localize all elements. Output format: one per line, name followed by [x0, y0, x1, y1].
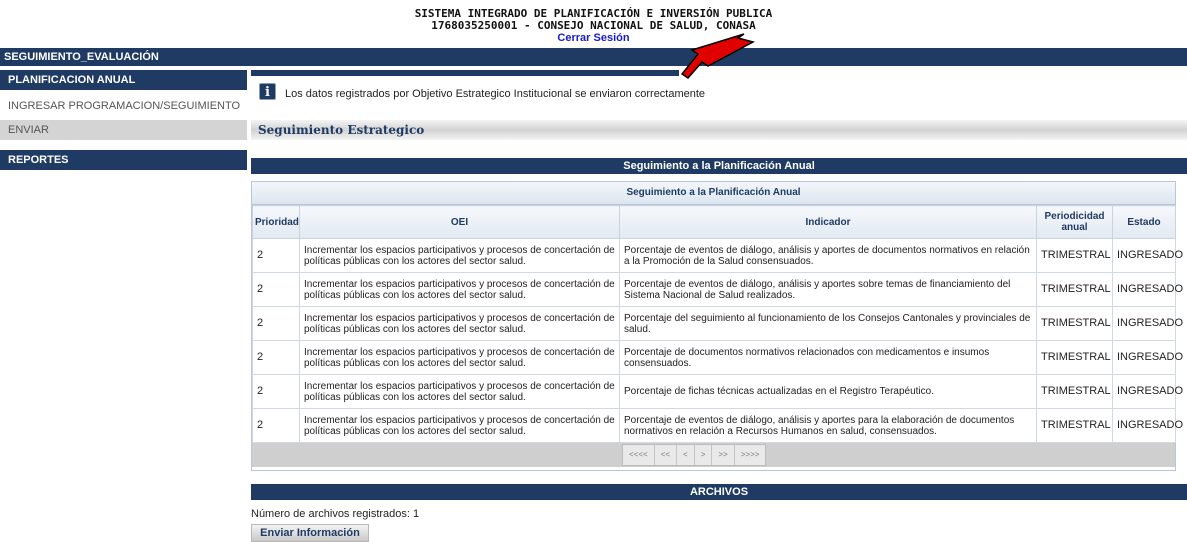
cell-indicador: Porcentaje de fichas técnicas actualizad… [619, 374, 1037, 409]
table-row[interactable]: 2 Incrementar los espacios participativos… [252, 272, 1183, 307]
logout-link[interactable]: Cerrar Sesión [557, 33, 629, 44]
cell-oei: Incrementar los espacios participativos … [299, 374, 620, 409]
sidebar-section-planificacion[interactable]: PLANIFICACION ANUAL [0, 70, 247, 90]
cell-periodicidad: TRIMESTRAL [1036, 272, 1113, 307]
cell-periodicidad: TRIMESTRAL [1036, 408, 1113, 443]
cell-prioridad: 2 [252, 374, 300, 409]
info-icon: i [259, 83, 276, 100]
col-indicador[interactable]: Indicador [619, 205, 1037, 239]
table-row[interactable]: 2 Incrementar los espacios participativos… [252, 374, 1183, 409]
col-prioridad[interactable]: Prioridad [252, 205, 300, 239]
cell-estado: INGRESADO [1112, 238, 1183, 273]
cell-estado: INGRESADO [1112, 272, 1183, 307]
cell-oei: Incrementar los espacios participativos … [299, 408, 620, 443]
table-header-row: Prioridad OEI Indicador Periodicidad anu… [252, 205, 1176, 239]
pager-buttons: <<<< << < > >> >>>> [622, 444, 767, 466]
table-row[interactable]: 2 Incrementar los espacios participativos… [252, 238, 1183, 273]
sidebar-section-reportes[interactable]: REPORTES [0, 150, 247, 170]
planificacion-grid: Seguimiento a la Planificación Anual Pri… [251, 181, 1183, 471]
grid-band-title: Seguimiento a la Planificación Anual [251, 158, 1187, 174]
notice-bar [251, 70, 679, 76]
cell-estado: INGRESADO [1112, 340, 1183, 375]
pager-first-button[interactable]: <<<< [623, 445, 655, 465]
cell-indicador: Porcentaje de eventos de diálogo, anális… [619, 238, 1037, 273]
cell-oei: Incrementar los espacios participativos … [299, 306, 620, 341]
table-row[interactable]: 2 Incrementar los espacios participativos… [252, 408, 1183, 443]
cell-estado: INGRESADO [1112, 306, 1183, 341]
pager-next-page-button[interactable]: >> [712, 445, 735, 465]
cell-indicador: Porcentaje de documentos normativos rela… [619, 340, 1037, 375]
grid-caption: Seguimiento a la Planificación Anual [252, 182, 1175, 205]
pager-prev-page-button[interactable]: << [655, 445, 678, 465]
cell-oei: Incrementar los espacios participativos … [299, 238, 620, 273]
cell-prioridad: 2 [252, 408, 300, 443]
pager: <<<< << < > >> >>>> [252, 443, 1175, 467]
sidebar-item-enviar[interactable]: ENVIAR [0, 120, 247, 140]
cell-prioridad: 2 [252, 238, 300, 273]
module-bar: SEGUIMIENTO_EVALUACIÓN [0, 48, 1187, 66]
cell-prioridad: 2 [252, 272, 300, 307]
section-title-bar: Seguimiento Estrategico [251, 120, 1187, 140]
pager-prev-button[interactable]: < [677, 445, 695, 465]
cell-prioridad: 2 [252, 340, 300, 375]
col-estado[interactable]: Estado [1112, 205, 1176, 239]
col-periodicidad[interactable]: Periodicidad anual [1036, 205, 1113, 239]
cell-periodicidad: TRIMESTRAL [1036, 340, 1113, 375]
cell-prioridad: 2 [252, 306, 300, 341]
cell-oei: Incrementar los espacios participativos … [299, 272, 620, 307]
pager-next-button[interactable]: > [695, 445, 713, 465]
cell-oei: Incrementar los espacios participativos … [299, 340, 620, 375]
table-row[interactable]: 2 Incrementar los espacios participativos… [252, 306, 1183, 341]
archivos-band-title: ARCHIVOS [251, 484, 1187, 500]
institution-title: 1768035250001 - CONSEJO NACIONAL DE SALU… [431, 19, 756, 32]
cell-periodicidad: TRIMESTRAL [1036, 374, 1113, 409]
cell-estado: INGRESADO [1112, 408, 1183, 443]
sidebar-item-ingresar[interactable]: INGRESAR PROGRAMACION/SEGUIMIENTO [0, 96, 247, 116]
cell-periodicidad: TRIMESTRAL [1036, 306, 1113, 341]
cell-indicador: Porcentaje de eventos de diálogo, anális… [619, 408, 1037, 443]
red-arrow-annotation [680, 33, 756, 79]
page-header: SISTEMA INTEGRADO DE PLANIFICACIÓN E INV… [0, 0, 1187, 48]
send-information-button[interactable]: Enviar Información [251, 524, 369, 542]
planificacion-table: Prioridad OEI Indicador Periodicidad anu… [252, 205, 1183, 443]
cell-indicador: Porcentaje del seguimiento al funcionami… [619, 306, 1037, 341]
cell-indicador: Porcentaje de eventos de diálogo, anális… [619, 272, 1037, 307]
section-title: Seguimiento Estrategico [258, 123, 425, 137]
col-oei[interactable]: OEI [299, 205, 620, 239]
cell-periodicidad: TRIMESTRAL [1036, 238, 1113, 273]
files-count-text: Número de archivos registrados: 1 [251, 508, 420, 520]
pager-last-button[interactable]: >>>> [735, 445, 766, 465]
notice-message: Los datos registrados por Objetivo Estra… [285, 88, 706, 100]
cell-estado: INGRESADO [1112, 374, 1183, 409]
table-row[interactable]: 2 Incrementar los espacios participativos… [252, 340, 1183, 375]
